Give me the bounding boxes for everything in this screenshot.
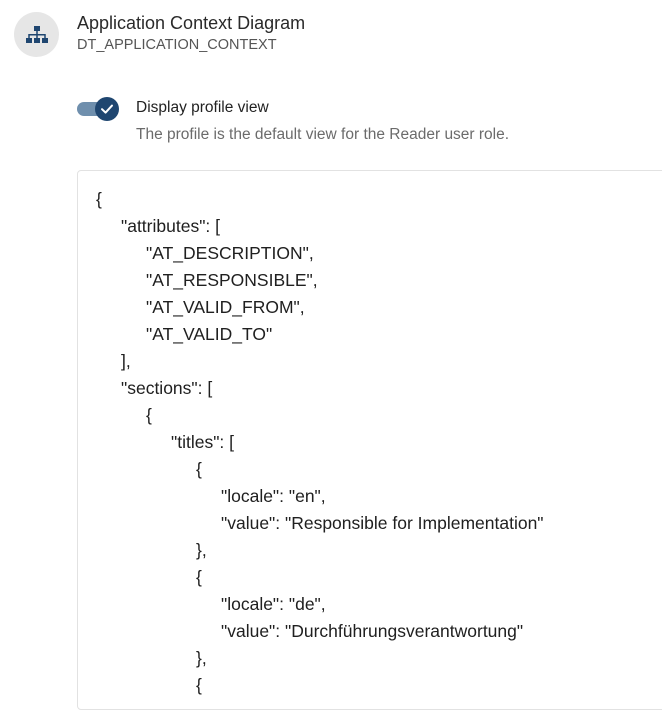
page-title: Application Context Diagram — [77, 13, 306, 33]
code-line: }, — [196, 648, 207, 668]
toggle-thumb — [95, 97, 119, 121]
code-line: "locale": "en", — [221, 486, 326, 506]
profile-view-toggle[interactable] — [77, 96, 119, 122]
code-line: { — [196, 567, 202, 587]
json-code-editor[interactable]: { "attributes": [ "AT_DESCRIPTION", "AT_RES… — [77, 170, 662, 710]
code-line: "value": "Durchführungsverantwortung" — [221, 621, 524, 641]
toggle-hint: The profile is the default view for the … — [136, 126, 510, 143]
code-line: { — [196, 459, 202, 479]
code-line: "AT_RESPONSIBLE", — [146, 270, 318, 290]
checkmark-icon — [101, 104, 113, 114]
code-line: "attributes": [ — [121, 216, 220, 236]
code-line: "AT_VALID_TO" — [146, 324, 273, 344]
code-line: "AT_DESCRIPTION", — [146, 243, 314, 263]
code-line: "locale": "de", — [221, 594, 326, 614]
code-line: }, — [196, 540, 207, 560]
code-line: "titles": [ — [171, 432, 234, 452]
code-line: { — [196, 675, 202, 695]
code-lines: { "attributes": [ "AT_DESCRIPTION", "AT_RES… — [78, 186, 662, 699]
code-line: ], — [121, 351, 131, 371]
toggle-label: Display profile view — [136, 99, 269, 116]
hierarchy-diagram-icon — [14, 12, 59, 57]
type-key: DT_APPLICATION_CONTEXT — [77, 37, 277, 53]
code-line: { — [96, 189, 102, 209]
code-line: "sections": [ — [121, 378, 213, 398]
code-line: "AT_VALID_FROM", — [146, 297, 305, 317]
code-line: "value": "Responsible for Implementation… — [221, 513, 544, 533]
code-line: { — [146, 405, 152, 425]
